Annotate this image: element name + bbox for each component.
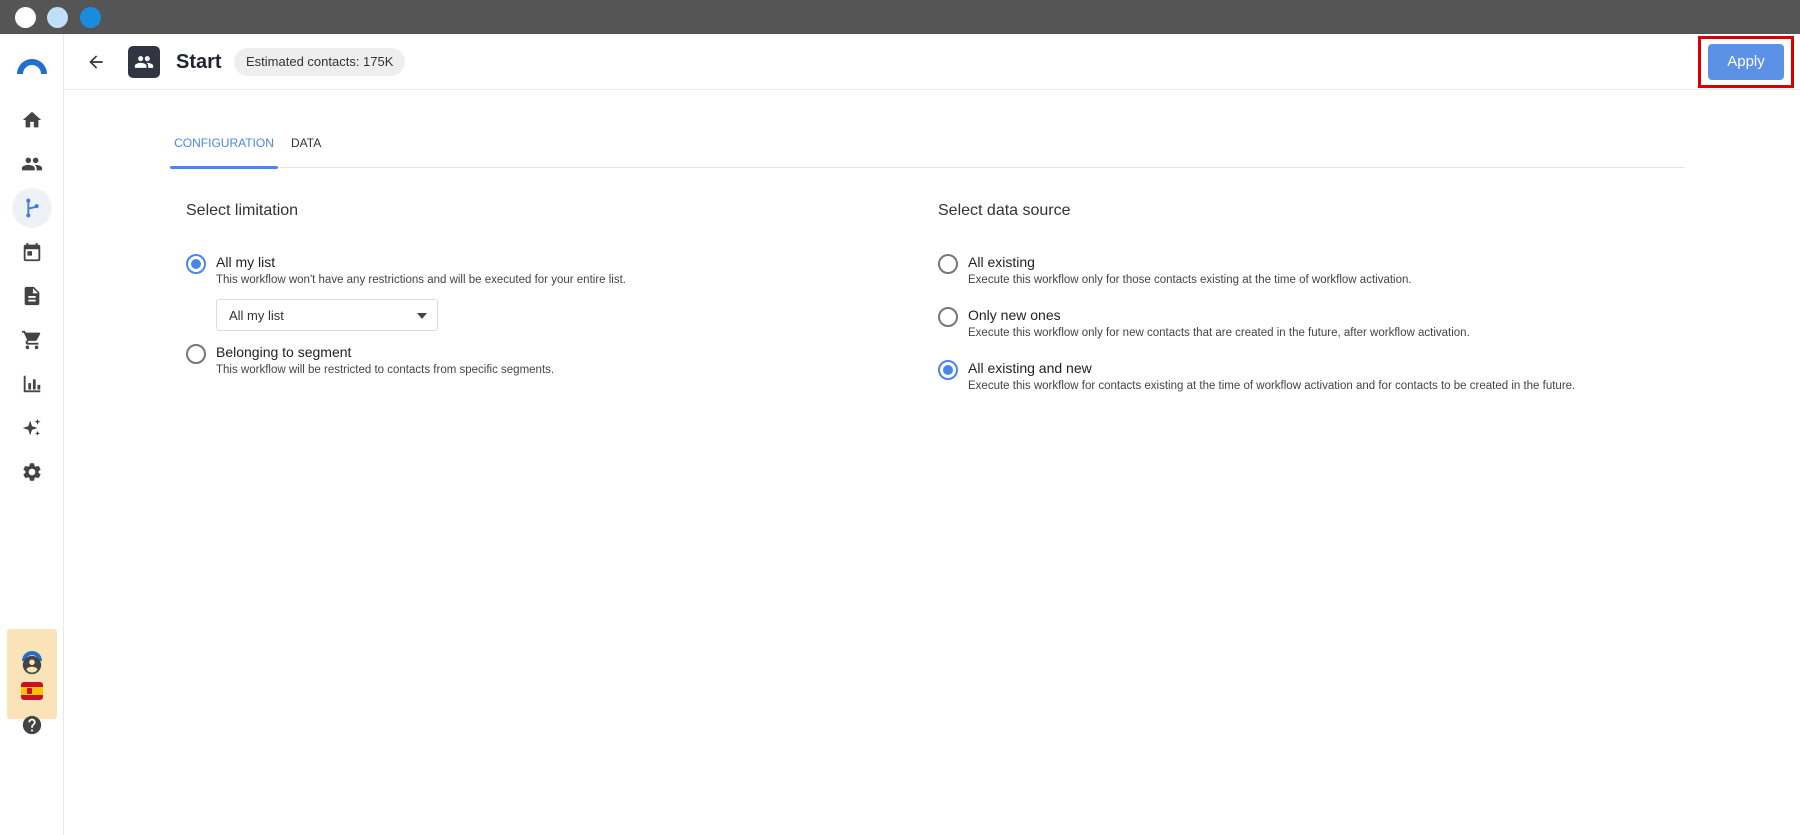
caret-down-icon xyxy=(417,313,427,319)
tab-data[interactable]: DATA xyxy=(291,128,321,168)
arrow-left-icon xyxy=(89,55,103,69)
window-close-button[interactable] xyxy=(15,7,36,28)
limitation-section-title: Select limitation xyxy=(186,202,299,219)
tab-configuration[interactable]: CONFIGURATION xyxy=(170,128,278,169)
page-title: Start xyxy=(176,51,222,73)
gear-icon xyxy=(23,463,41,481)
data-source-section-title: Select data source xyxy=(938,202,1071,219)
radio-all-my-list[interactable] xyxy=(186,254,206,274)
contacts-icon xyxy=(134,56,154,68)
tab-bar: CONFIGURATION DATA xyxy=(170,128,1685,169)
sidebar-item-home[interactable] xyxy=(12,100,52,140)
sidebar-item-ai[interactable] xyxy=(12,408,52,448)
sidebar-item-contacts[interactable] xyxy=(12,144,52,184)
option-description: This workflow won't have any restriction… xyxy=(216,274,626,286)
option-description: Execute this workflow for contacts exist… xyxy=(968,380,1576,392)
app-logo-icon[interactable] xyxy=(15,50,49,76)
apply-button[interactable]: Apply xyxy=(1708,44,1784,80)
window-titlebar xyxy=(0,0,1800,34)
option-label: Only new ones xyxy=(968,307,1061,323)
calendar-icon xyxy=(23,242,41,262)
list-select-dropdown[interactable]: All my list xyxy=(216,299,438,331)
window-maximize-button[interactable] xyxy=(80,7,101,28)
option-label: All existing and new xyxy=(968,360,1092,376)
workflow-icon xyxy=(26,198,39,218)
select-value: All my list xyxy=(229,308,284,323)
sidebar-item-help[interactable] xyxy=(12,705,52,745)
radio-all-existing-and-new[interactable] xyxy=(938,360,958,380)
option-description: Execute this workflow only for those con… xyxy=(968,274,1412,286)
radio-belonging-to-segment[interactable] xyxy=(186,344,206,364)
document-icon xyxy=(24,286,40,306)
sidebar-item-documents[interactable] xyxy=(12,276,52,316)
option-description: Execute this workflow only for new conta… xyxy=(968,327,1470,339)
start-node-icon xyxy=(128,46,160,78)
radio-all-existing[interactable] xyxy=(938,254,958,274)
window-minimize-button[interactable] xyxy=(47,7,68,28)
radio-only-new-ones[interactable] xyxy=(938,307,958,327)
sidebar-item-settings[interactable] xyxy=(12,452,52,492)
back-button[interactable] xyxy=(82,48,110,76)
account-icon xyxy=(22,655,42,675)
page-header: Start Estimated contacts: 175K Apply xyxy=(64,34,1800,90)
sidebar-item-calendar[interactable] xyxy=(12,232,52,272)
home-icon xyxy=(22,111,42,128)
option-label: All existing xyxy=(968,254,1035,270)
bar-chart-icon xyxy=(23,375,41,393)
sparkles-icon xyxy=(22,418,41,436)
cart-icon xyxy=(21,330,41,350)
sidebar-item-account[interactable] xyxy=(12,645,52,685)
sidebar xyxy=(0,34,64,835)
sidebar-item-reports[interactable] xyxy=(12,364,52,404)
contacts-icon xyxy=(21,157,43,171)
help-icon xyxy=(22,715,42,735)
option-label: All my list xyxy=(216,254,276,270)
sidebar-item-workflows[interactable] xyxy=(12,188,52,228)
estimated-contacts-badge: Estimated contacts: 175K xyxy=(234,48,406,76)
option-label: Belonging to segment xyxy=(216,344,352,360)
sidebar-item-ecommerce[interactable] xyxy=(12,320,52,360)
option-description: This workflow will be restricted to cont… xyxy=(216,364,555,376)
